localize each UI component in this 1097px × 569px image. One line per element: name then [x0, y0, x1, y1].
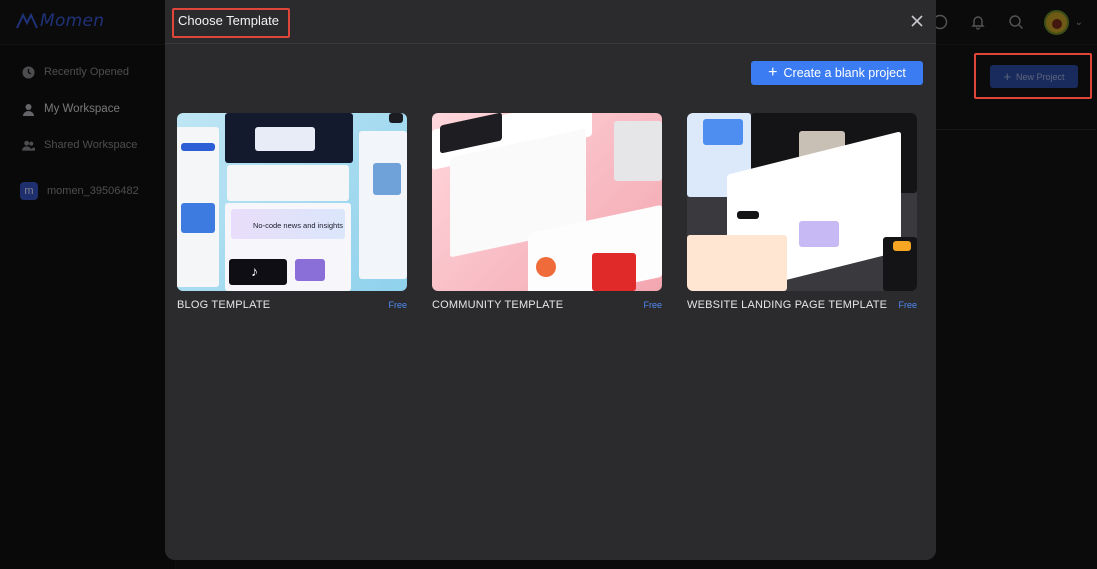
template-thumbnail[interactable]: No-code news and insights ♪	[177, 113, 407, 291]
create-blank-project-button[interactable]: + Create a blank project	[751, 61, 923, 85]
create-blank-project-label: Create a blank project	[783, 66, 906, 80]
tiktok-icon: ♪	[251, 263, 258, 279]
template-card-community[interactable]: COMMUNITY TEMPLATE Free	[432, 113, 662, 311]
template-thumbnail[interactable]	[687, 113, 917, 291]
template-name: COMMUNITY TEMPLATE	[432, 299, 564, 311]
template-price: Free	[643, 300, 662, 310]
template-card-blog[interactable]: No-code news and insights ♪ BLOG TEMPLAT…	[177, 113, 407, 311]
template-thumbnail[interactable]	[432, 113, 662, 291]
plus-icon: +	[768, 64, 778, 81]
highlight-frame	[974, 53, 1092, 99]
template-preview-text: No-code news and insights	[253, 221, 344, 230]
choose-template-modal: Choose Template + Create a blank project…	[165, 0, 936, 560]
template-name: WEBSITE LANDING PAGE TEMPLATE	[687, 299, 888, 311]
modal-header: Choose Template	[165, 0, 936, 44]
template-price: Free	[898, 300, 917, 310]
app-window: Momen ⌄ Recently Opened My Workspace Sha…	[0, 0, 1097, 569]
modal-title: Choose Template	[178, 13, 279, 28]
template-name: BLOG TEMPLATE	[177, 299, 271, 311]
template-price: Free	[388, 300, 407, 310]
template-card-landing-page[interactable]: WEBSITE LANDING PAGE TEMPLATE Free	[687, 113, 917, 311]
close-icon[interactable]	[909, 13, 925, 29]
